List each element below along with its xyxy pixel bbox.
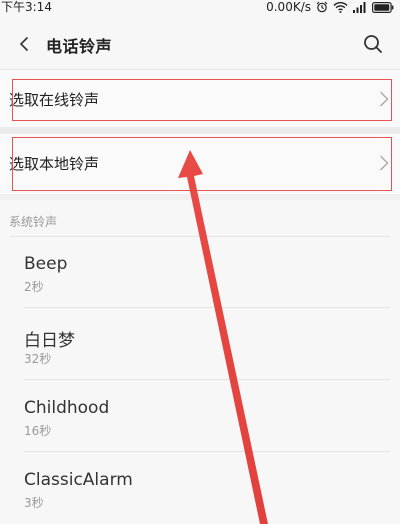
search-icon <box>364 35 382 53</box>
chevron-left-icon <box>19 36 29 52</box>
ringtone-duration: 3秒 <box>24 496 44 510</box>
battery-icon <box>372 1 394 13</box>
top-app-bar: 电话铃声 <box>0 24 400 64</box>
ringtone-name: ClassicAlarm <box>24 470 133 490</box>
ringtone-name: 白日梦 <box>24 331 75 351</box>
network-speed: 0.00K/s <box>266 0 311 14</box>
alarm-icon <box>316 1 328 13</box>
ringtone-name: Childhood <box>24 398 110 418</box>
ringtone-name: Beep <box>24 254 68 274</box>
page-title: 电话铃声 <box>46 37 113 56</box>
wifi-icon <box>333 2 348 13</box>
status-bar: 下午3:14 0.00K/s <box>0 0 400 14</box>
system-ringtones-header: 系统铃声 <box>9 215 58 229</box>
ringtone-duration: 16秒 <box>24 424 52 438</box>
status-icons: 0.00K/s <box>266 0 394 14</box>
annotation-box-online <box>12 79 392 121</box>
signal-icon <box>353 2 366 13</box>
ringtone-item[interactable]: Childhood 16秒 <box>0 380 400 452</box>
ringtone-item[interactable]: 白日梦 32秒 <box>0 308 400 380</box>
ringtone-item[interactable]: Beep 2秒 <box>0 236 400 308</box>
ringtone-duration: 32秒 <box>24 352 52 366</box>
back-button[interactable] <box>14 32 34 56</box>
section-gap <box>0 127 400 134</box>
search-button[interactable] <box>362 33 384 55</box>
ringtone-item[interactable]: ClassicAlarm 3秒 <box>0 452 400 524</box>
ringtone-duration: 2秒 <box>24 280 44 294</box>
status-time: 下午3:14 <box>1 0 52 14</box>
section-gap <box>0 194 400 200</box>
annotation-box-local <box>12 137 392 191</box>
ringtone-list: Beep 2秒 白日梦 32秒 Childhood 16秒 ClassicAla… <box>0 236 400 524</box>
